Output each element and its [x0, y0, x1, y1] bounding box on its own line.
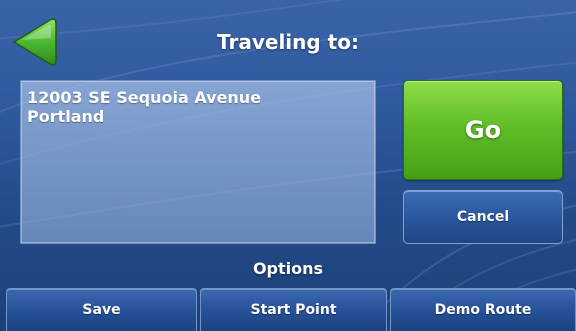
go-button[interactable]: Go — [403, 80, 563, 180]
demo-route-button[interactable]: Demo Route — [390, 288, 576, 331]
page-title: Traveling to: — [217, 30, 359, 54]
destination-city: Portland — [27, 107, 105, 126]
cancel-button[interactable]: Cancel — [403, 190, 563, 244]
destination-address-box: 12003 SE Sequoia Avenue Portland — [20, 80, 376, 244]
destination-street: 12003 SE Sequoia Avenue — [27, 88, 262, 107]
navigation-screen: Traveling to: 12003 SE Sequoia Avenue Po… — [0, 0, 576, 331]
options-heading: Options — [252, 259, 324, 278]
options-bar: Save Start Point Demo Route — [0, 288, 576, 331]
save-button[interactable]: Save — [6, 288, 197, 331]
start-point-button[interactable]: Start Point — [200, 288, 387, 331]
